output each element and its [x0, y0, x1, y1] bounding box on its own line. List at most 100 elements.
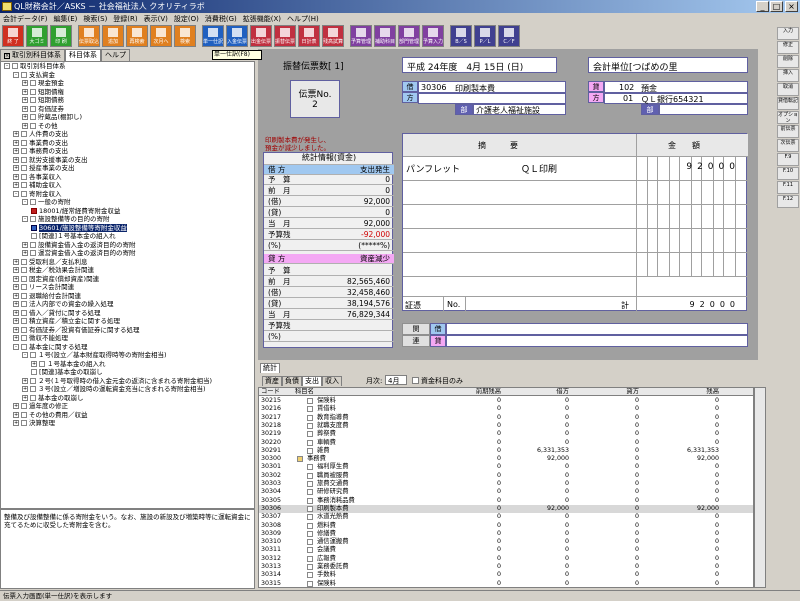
expand-icon[interactable]: +	[13, 411, 19, 418]
expand-icon[interactable]: +	[13, 318, 19, 324]
related-borrow-field[interactable]	[446, 323, 748, 335]
side-button-4[interactable]: 取消	[777, 83, 799, 96]
menu-item-0[interactable]: 会計データ(F)	[3, 13, 48, 25]
column-header[interactable]: 前期残高	[476, 388, 501, 396]
date-field[interactable]: 平成 24年度 4月 15日 (日)	[402, 57, 557, 73]
tree-node[interactable]: + 貯蔵品(棚卸し)	[1, 113, 254, 122]
credit-account-field[interactable]: 102 預金	[604, 81, 748, 93]
tab-transaction-tree[interactable]: × 取引別科目体系	[0, 49, 65, 61]
table-row[interactable]: 30218 就職支度費 0 0 0 0	[259, 422, 753, 430]
expand-icon[interactable]: +	[13, 335, 19, 341]
table-row[interactable]: 30308 燃料費 0 0 0 0	[259, 522, 753, 530]
table-row[interactable]: 30217 教育指導費 0 0 0 0	[259, 414, 753, 422]
table-row[interactable]: 30314 手数料 0 0 0 0	[259, 571, 753, 579]
expand-icon[interactable]: +	[13, 139, 19, 146]
toolbar-button-17[interactable]: 予算入力	[422, 25, 444, 47]
subtab-expenses[interactable]: 支出	[302, 376, 322, 386]
collapse-icon[interactable]: -	[22, 352, 28, 358]
tree-node[interactable]: + 設備資金借入金の返済目的の寄附	[1, 241, 254, 250]
table-row[interactable]: 30301 福利厚生費 0 0 0 0	[259, 463, 753, 471]
tree-node[interactable]: + 基本金の取崩し	[1, 394, 254, 403]
toolbar-button-4[interactable]: 追加	[102, 25, 124, 47]
side-button-7[interactable]: 前伝票	[777, 125, 799, 138]
toolbar-button-14[interactable]: 予算管理	[350, 25, 372, 47]
tree-node[interactable]: - 施設整備等の目的の寄附	[1, 215, 254, 224]
table-row[interactable]: 30215 保険料 0 0 0 0	[259, 397, 753, 405]
table-row[interactable]: 30220 車輌費 0 0 0 0	[259, 439, 753, 447]
table-row[interactable]: 30306 印刷製本費 0 92,000 0 92,000	[259, 504, 753, 514]
tree-node[interactable]: + 授産事業の支出	[1, 164, 254, 173]
tree-node[interactable]: - 基本金に関する処理	[1, 343, 254, 352]
column-header[interactable]: 残高	[706, 388, 719, 396]
funds-only-checkbox[interactable]	[412, 377, 419, 384]
side-button-12[interactable]: F.12	[777, 195, 799, 208]
expand-icon[interactable]: +	[22, 377, 28, 384]
side-button-9[interactable]: F.9	[777, 153, 799, 166]
subtab-assets[interactable]: 資産	[262, 376, 282, 386]
table-row[interactable]: 30219 葬祭費 0 0 0 0	[259, 430, 753, 438]
table-row[interactable]: 30315 保険料 0 0 0 0	[259, 580, 753, 587]
toolbar-button-10[interactable]: 出金伝票	[250, 25, 272, 47]
table-row[interactable]: 30307 水道光熱費 0 0 0 0	[259, 513, 753, 521]
debit-dept-field[interactable]: 介護老人福祉施設	[473, 104, 566, 115]
tree-node[interactable]: + 現金預金	[1, 79, 254, 88]
expand-icon[interactable]: +	[13, 131, 19, 137]
menu-item-2[interactable]: 検索(S)	[83, 13, 107, 25]
collapse-icon[interactable]: -	[22, 216, 28, 222]
toolbar-button-3[interactable]: 伝票取込	[78, 25, 100, 47]
column-header[interactable]: 科目名	[295, 388, 314, 396]
menu-item-5[interactable]: 設定(O)	[174, 13, 199, 25]
table-row[interactable]: 30313 業務委託費 0 0 0 0	[259, 563, 753, 571]
tree-node[interactable]: + その他	[1, 122, 254, 131]
toolbar-button-2[interactable]: 印 刷	[50, 25, 72, 47]
tab-help[interactable]: ヘルプ	[101, 49, 130, 61]
column-header[interactable]: 貸方	[626, 388, 639, 396]
table-row[interactable]: 30312 広報費 0 0 0 0	[259, 555, 753, 563]
tree-node[interactable]: + 積立資産／積立金に関する処理	[1, 317, 254, 326]
expand-icon[interactable]: +	[22, 105, 28, 112]
expand-icon[interactable]: +	[13, 403, 19, 409]
column-header[interactable]: 借方	[556, 388, 569, 396]
debit-account-field[interactable]: 30306 印刷製本費	[418, 81, 566, 93]
account-tree[interactable]: - 取引別科目体系 - 支払資金 + 現金預金 + 短期債権 + 短期債務 + 有価証券 + 貯蔵品(棚卸…	[0, 61, 255, 509]
minimize-button[interactable]: _	[756, 1, 769, 12]
credit-dept-field[interactable]	[659, 104, 748, 115]
menu-item-4[interactable]: 表示(V)	[144, 13, 168, 25]
menu-item-8[interactable]: ヘルプ(H)	[287, 13, 319, 25]
tree-node[interactable]: - 寄附金収入	[1, 190, 254, 199]
tree-node[interactable]: + 各事業収入	[1, 173, 254, 182]
tree-node[interactable]: + 法人内部での資金の繰入処理	[1, 300, 254, 309]
collapse-icon[interactable]: -	[13, 343, 19, 350]
toolbar-button-9[interactable]: 入金伝票	[226, 25, 248, 47]
expand-icon[interactable]: +	[22, 114, 28, 120]
maximize-button[interactable]: □	[770, 1, 783, 12]
tree-node[interactable]: + 決算整理	[1, 419, 254, 428]
tree-node[interactable]: + 就労支援事業の支出	[1, 156, 254, 165]
expand-icon[interactable]: +	[22, 394, 28, 401]
table-row[interactable]: 30305 事務消耗品費 0 0 0 0	[259, 497, 753, 505]
tree-node[interactable]: + 退職給付会計関連	[1, 292, 254, 301]
expand-icon[interactable]: +	[13, 267, 19, 273]
toolbar-button-1[interactable]: 大ゴミ	[26, 25, 48, 47]
toolbar-button-18[interactable]: B／S	[450, 25, 472, 47]
expand-icon[interactable]: +	[13, 148, 19, 154]
tree-node[interactable]: + 運営資金借入金の返済目的の寄附	[1, 249, 254, 258]
tree-node[interactable]: + 補助金収入	[1, 181, 254, 190]
tree-node[interactable]: + 固定資産(償却資産)関連	[1, 275, 254, 284]
accounting-unit-field[interactable]: 会計単位[つばめの里	[588, 57, 748, 73]
menu-item-1[interactable]: 編集(E)	[54, 13, 78, 25]
stats-table[interactable]: コード 科目名 前期残高 借方 貸方 残高 30215 保険料 0 0 0 0 30216 賃借料 0 0 0 0…	[258, 387, 754, 588]
tree-node[interactable]: + 事務費の支出	[1, 147, 254, 156]
tree-node[interactable]: + 有価証券／投資有価証券に関する処理	[1, 326, 254, 335]
tree-node[interactable]: + 有価証券	[1, 105, 254, 114]
expand-icon[interactable]: +	[13, 292, 19, 299]
tree-node[interactable]: +３号(設立／増設時の運転資金充当に含まれる寄附金相当)	[1, 385, 254, 394]
expand-icon[interactable]: +	[13, 284, 19, 290]
expand-icon[interactable]: +	[22, 88, 28, 95]
table-row[interactable]: 30304 研修研究費 0 0 0 0	[259, 488, 753, 496]
toolbar-button-16[interactable]: 部門管理	[398, 25, 420, 47]
subtab-income[interactable]: 収入	[322, 376, 342, 386]
menu-item-6[interactable]: 消費税(G)	[205, 13, 237, 25]
collapse-icon[interactable]: -	[13, 71, 19, 78]
collapse-icon[interactable]: -	[22, 199, 28, 205]
